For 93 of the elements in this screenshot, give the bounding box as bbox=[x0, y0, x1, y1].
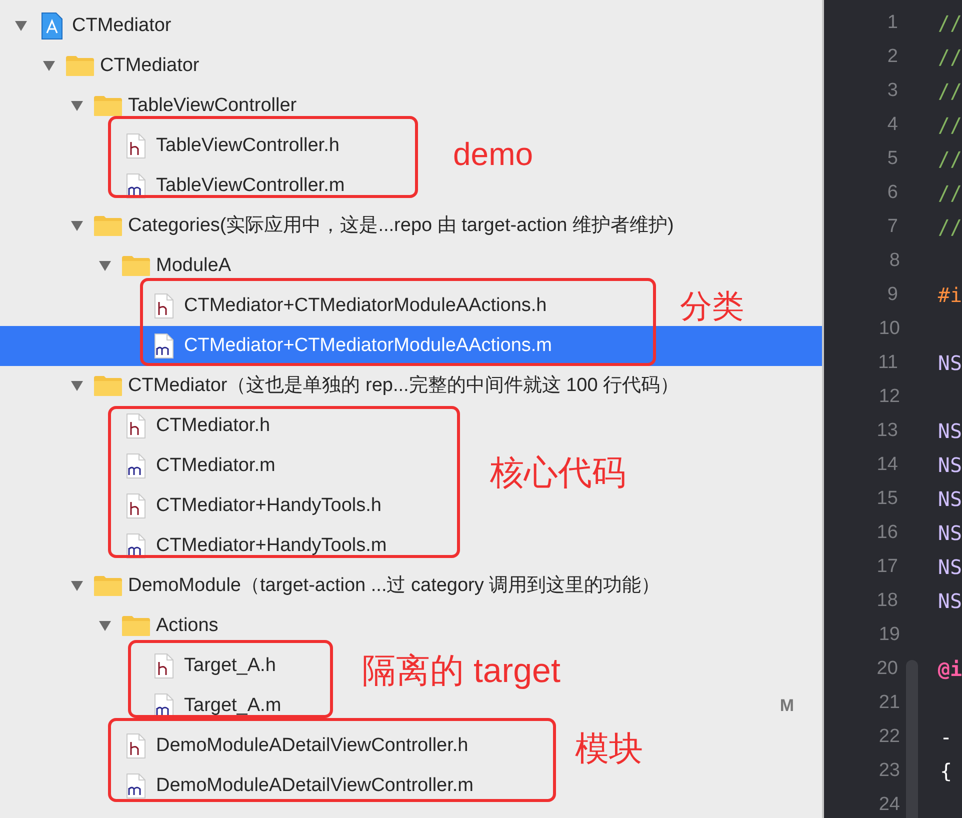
line-number: 20 bbox=[876, 656, 898, 681]
code-text: // bbox=[938, 44, 962, 71]
annotation-label: demo bbox=[453, 138, 534, 170]
line-number: 15 bbox=[876, 486, 898, 511]
folder-icon bbox=[93, 375, 123, 397]
code-text: // bbox=[938, 78, 962, 105]
file-name[interactable]: Target_A.h bbox=[184, 652, 276, 680]
header-file-icon bbox=[154, 653, 174, 679]
disclosure-triangle-icon[interactable] bbox=[98, 260, 112, 272]
code-text: NS bbox=[938, 554, 962, 581]
file-name[interactable]: TableViewController.m bbox=[156, 172, 345, 200]
header-file-icon bbox=[154, 293, 174, 319]
file-name[interactable]: CTMediator+CTMediatorModuleAActions.h bbox=[184, 292, 547, 320]
line-number: 1 bbox=[886, 10, 898, 35]
disclosure-triangle-icon[interactable] bbox=[70, 380, 84, 392]
folder-icon bbox=[65, 55, 95, 77]
project-file-icon bbox=[40, 12, 64, 40]
code-text: NS bbox=[938, 418, 962, 445]
file-name[interactable]: CTMediator+CTMediatorModuleAActions.m bbox=[184, 332, 552, 360]
line-number: 17 bbox=[876, 554, 898, 579]
line-number: 16 bbox=[876, 520, 898, 545]
disclosure-triangle-icon[interactable] bbox=[70, 580, 84, 592]
line-number: 3 bbox=[886, 78, 898, 103]
code-text: { bbox=[940, 758, 952, 785]
file-name[interactable]: CTMediator.m bbox=[156, 452, 276, 480]
file-name[interactable]: TableViewController bbox=[128, 92, 297, 120]
line-number: 22 bbox=[878, 724, 900, 749]
header-file-icon bbox=[126, 413, 146, 439]
file-name[interactable]: CTMediator.h bbox=[156, 412, 270, 440]
code-text: NS bbox=[938, 452, 962, 479]
line-number: 7 bbox=[886, 214, 898, 239]
file-name[interactable]: TableViewController.h bbox=[156, 132, 340, 160]
folder-icon bbox=[93, 215, 123, 237]
file-name[interactable]: CTMediator bbox=[100, 52, 200, 80]
status-label: M bbox=[780, 695, 794, 718]
line-number: 11 bbox=[877, 350, 898, 375]
code-text: // bbox=[938, 180, 962, 207]
source-file-icon bbox=[126, 773, 146, 799]
code-text: @i bbox=[938, 656, 962, 683]
file-name[interactable]: Actions bbox=[156, 612, 218, 640]
disclosure-triangle-icon[interactable] bbox=[98, 620, 112, 632]
header-file-icon bbox=[126, 133, 146, 159]
source-file-icon bbox=[154, 333, 174, 359]
code-text: NS bbox=[938, 520, 962, 547]
code-text: // bbox=[938, 10, 962, 37]
header-file-icon bbox=[126, 733, 146, 759]
folder-icon bbox=[93, 575, 123, 597]
folder-icon bbox=[93, 95, 123, 117]
code-text: // bbox=[938, 214, 962, 241]
line-number: 5 bbox=[886, 146, 898, 171]
annotation-label: 模块 bbox=[575, 732, 643, 766]
file-name[interactable]: CTMediator bbox=[72, 12, 172, 40]
line-number: 8 bbox=[888, 248, 900, 273]
code-text: NS bbox=[938, 350, 962, 377]
line-number: 24 bbox=[878, 792, 900, 817]
source-file-icon bbox=[126, 453, 146, 479]
folder-icon bbox=[121, 615, 151, 637]
code-text: #i bbox=[938, 282, 962, 309]
line-number: 2 bbox=[886, 44, 898, 69]
line-number: 23 bbox=[878, 758, 900, 783]
disclosure-triangle-icon[interactable] bbox=[70, 100, 84, 112]
line-number: 10 bbox=[878, 316, 900, 341]
line-number: 13 bbox=[876, 418, 898, 443]
code-text: // bbox=[938, 146, 962, 173]
code-text: NS bbox=[938, 588, 962, 615]
annotation-label: 分类 bbox=[680, 290, 744, 322]
folder-icon bbox=[121, 255, 151, 277]
line-number: 6 bbox=[886, 180, 898, 205]
annotation-label: 隔离的 target bbox=[362, 654, 560, 688]
disclosure-triangle-icon[interactable] bbox=[42, 60, 56, 72]
line-number: 18 bbox=[876, 588, 898, 613]
line-number: 9 bbox=[886, 282, 898, 307]
file-name[interactable]: DemoModule（target-action ...过 category 调用到这里的功能） bbox=[128, 572, 660, 600]
line-number: 19 bbox=[878, 622, 900, 647]
line-number: 12 bbox=[878, 384, 900, 409]
header-file-icon bbox=[126, 493, 146, 519]
line-number: 14 bbox=[876, 452, 898, 477]
code-text: // bbox=[938, 112, 962, 139]
annotation-label: 核心代码 bbox=[490, 456, 626, 490]
file-name[interactable]: DemoModuleADetailViewController.h bbox=[156, 732, 468, 760]
code-text: NS bbox=[938, 486, 962, 513]
line-number: 21 bbox=[878, 690, 900, 715]
line-number: 4 bbox=[886, 112, 898, 137]
file-name[interactable]: Target_A.m bbox=[184, 692, 282, 720]
file-name[interactable]: CTMediator+HandyTools.m bbox=[156, 532, 387, 560]
file-name[interactable]: CTMediator+HandyTools.h bbox=[156, 492, 382, 520]
code-text: - bbox=[940, 724, 952, 751]
disclosure-triangle-icon[interactable] bbox=[14, 20, 28, 32]
file-name[interactable]: DemoModuleADetailViewController.m bbox=[156, 772, 474, 800]
file-name[interactable]: ModuleA bbox=[156, 252, 231, 280]
disclosure-triangle-icon[interactable] bbox=[70, 220, 84, 232]
file-name[interactable]: CTMediator（这也是单独的 rep...完整的中间件就这 100 行代码） bbox=[128, 372, 680, 400]
file-name[interactable]: Categories(实际应用中，这是...repo 由 target-action 维护者维护) bbox=[128, 212, 674, 240]
